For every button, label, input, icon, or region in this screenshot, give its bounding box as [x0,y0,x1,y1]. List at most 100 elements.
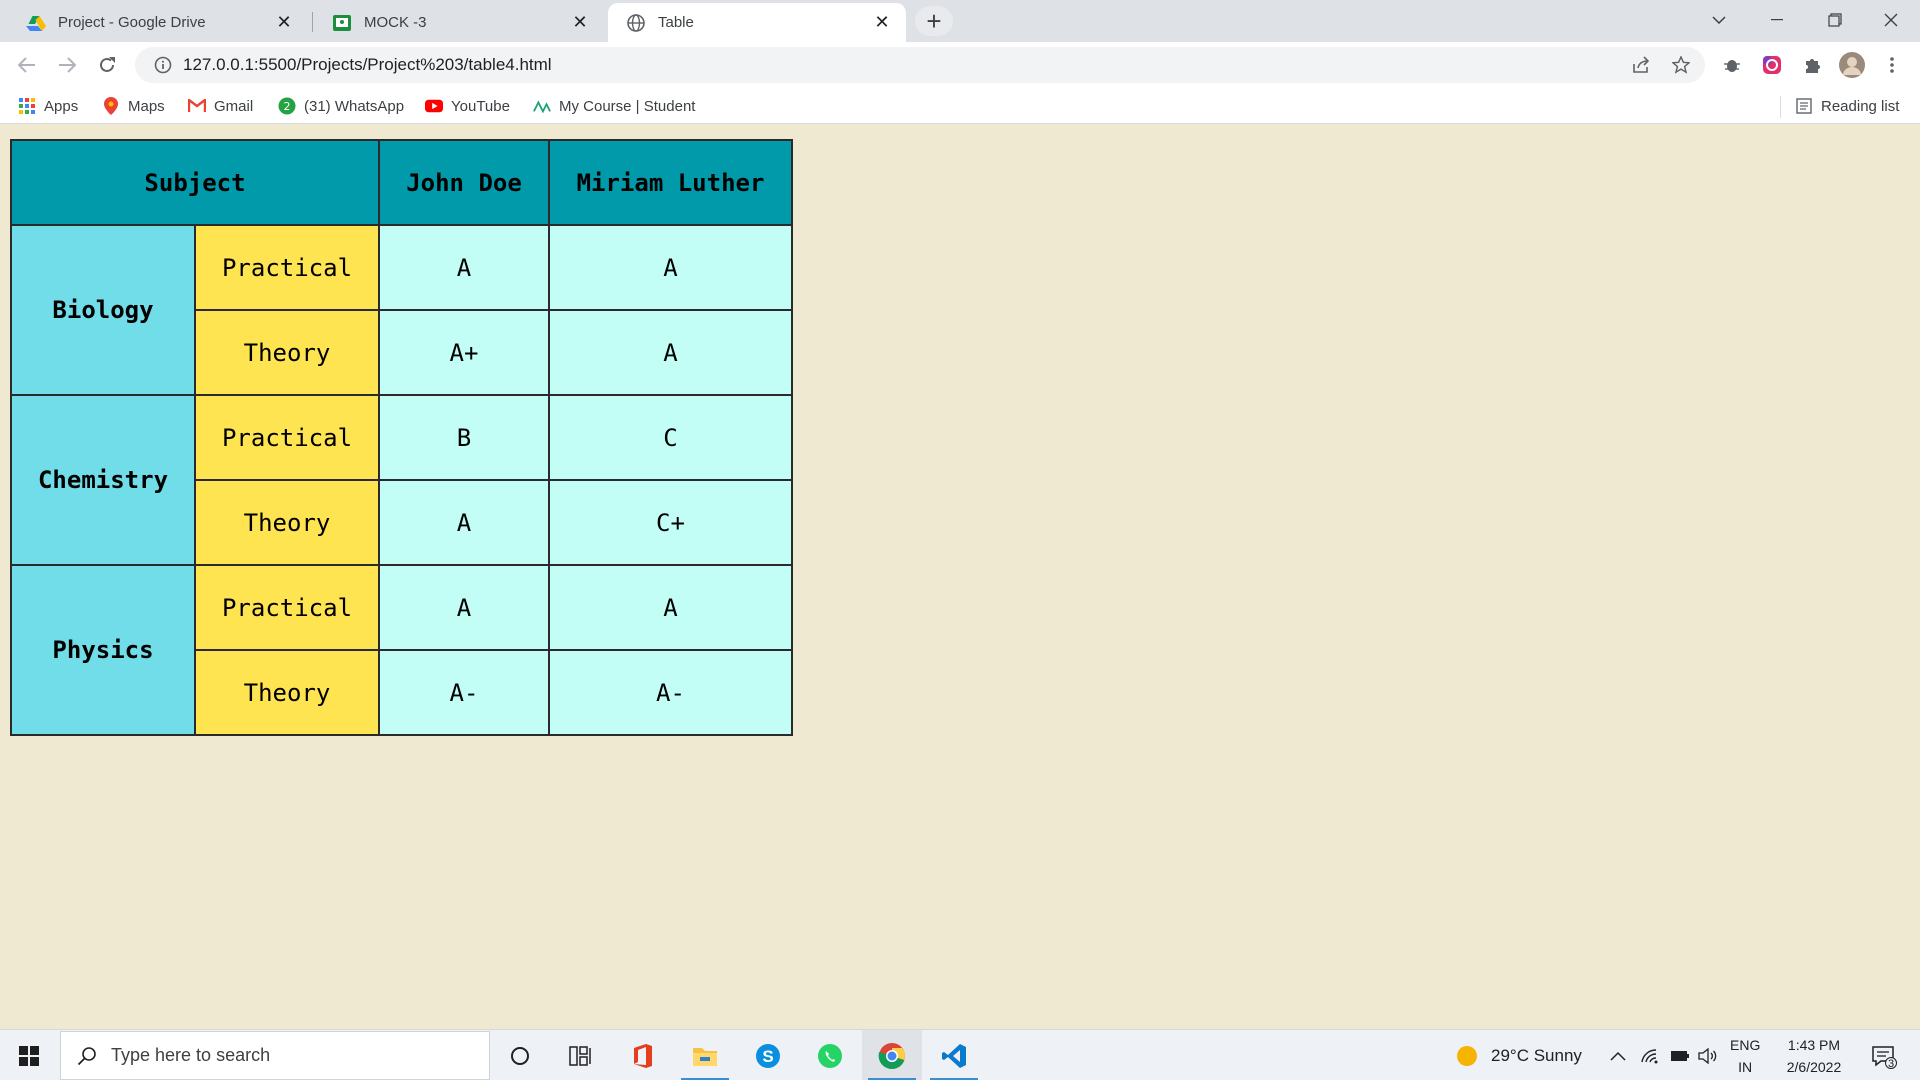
forward-button[interactable] [50,48,84,82]
subject-cell: Biology [10,224,196,396]
google-drive-icon [26,13,46,33]
profile-avatar[interactable] [1837,50,1867,80]
address-bar[interactable]: 127.0.0.1:5500/Projects/Project%203/tabl… [135,47,1705,83]
bookmark-whatsapp[interactable]: 2 (31) WhatsApp [278,88,404,124]
extensions-puzzle-icon[interactable] [1797,50,1827,80]
table-header-row: Subject John Doe Miriam Luther [10,139,793,226]
bookmarks-separator [1780,96,1781,118]
color-extension-icon[interactable] [1757,50,1787,80]
site-info-icon[interactable] [143,56,183,74]
reading-list-icon [1795,97,1813,115]
minimize-button[interactable] [1748,0,1806,40]
assessment-type-cell: Theory [194,309,380,396]
task-view-button[interactable] [550,1030,610,1080]
menu-kebab-icon[interactable] [1877,50,1907,80]
tab-title: Table [658,14,694,31]
svg-text:S: S [762,1047,773,1066]
reading-list-button[interactable]: Reading list [1795,88,1899,124]
bookmark-maps[interactable]: Maps [102,88,165,124]
tab-title: MOCK -3 [364,14,427,31]
grades-table: Subject John Doe Miriam Luther Biology P… [10,139,793,736]
back-button[interactable] [10,48,44,82]
assessment-type-cell: Theory [194,649,380,736]
tab-strip: Project - Google Drive ✕ MOCK -3 ✕ Table… [0,0,1920,42]
grade-cell: A- [548,649,793,736]
grade-cell: A [548,564,793,651]
whatsapp-icon [818,1043,842,1068]
office-icon [634,1043,652,1068]
battery-icon [1671,1050,1689,1061]
taskbar-file-explorer[interactable] [675,1030,735,1080]
folder-icon [693,1047,717,1066]
new-tab-button[interactable]: + [915,6,953,36]
header-subject: Subject [10,139,380,226]
url-text: 127.0.0.1:5500/Projects/Project%203/tabl… [183,55,552,74]
grade-cell: A [378,564,550,651]
bookmark-star-icon[interactable] [1663,47,1699,83]
clock[interactable]: 1:43 PM 2/6/2022 [1776,1030,1852,1080]
assessment-type-cell: Practical [194,564,380,651]
sun-icon [1457,1045,1477,1066]
taskbar-skype[interactable]: S [738,1030,798,1080]
speaker-icon [1698,1047,1717,1064]
bookmark-my-course[interactable]: My Course | Student [533,88,695,124]
table-row: Physics Practical A A [10,564,793,736]
bookmark-label: YouTube [451,97,510,115]
restore-button[interactable] [1806,0,1864,40]
whatsapp-icon: 2 [278,97,296,115]
start-button[interactable] [0,1030,58,1080]
tab-search-chevron-icon[interactable] [1690,0,1748,40]
bookmark-label: My Course | Student [559,97,696,115]
windows-taskbar: Type here to search S 29°C Sunny ENG IN … [0,1029,1920,1080]
language-indicator[interactable]: ENG IN [1730,1030,1760,1080]
volume-control[interactable] [1698,1030,1718,1080]
weather-widget[interactable]: 29°C Sunny [1455,1030,1582,1080]
close-tab-icon[interactable]: ✕ [872,12,892,33]
cortana-button[interactable] [490,1030,550,1080]
grade-cell: A+ [378,309,550,396]
taskbar-chrome[interactable] [862,1030,922,1080]
browser-toolbar: 127.0.0.1:5500/Projects/Project%203/tabl… [0,42,1920,88]
taskbar-search-box[interactable]: Type here to search [60,1031,490,1080]
chevron-up-icon [1610,1051,1626,1061]
taskbar-vscode[interactable] [924,1030,984,1080]
share-icon[interactable] [1623,47,1659,83]
youtube-icon [425,97,443,115]
assessment-type-cell: Practical [194,224,380,311]
grade-cell: B [378,394,550,481]
bug-extension-icon[interactable] [1717,50,1747,80]
cortana-circle-icon [511,1046,529,1065]
show-hidden-icons-button[interactable] [1610,1030,1626,1080]
language-code: ENG [1730,1036,1761,1053]
table-row: Biology Practical A A [10,224,793,396]
table-row: Chemistry Practical B C [10,394,793,566]
bookmark-gmail[interactable]: Gmail [188,88,253,124]
battery-status[interactable] [1670,1030,1690,1080]
reading-list-label: Reading list [1821,97,1900,115]
close-tab-icon[interactable]: ✕ [274,12,294,33]
maps-pin-icon [102,97,120,115]
grade-cell: C [548,394,793,481]
gmail-icon [188,97,206,115]
bookmark-label: Gmail [214,97,254,115]
wifi-icon [1641,1048,1658,1063]
skype-icon: S [756,1043,780,1068]
close-window-button[interactable] [1862,0,1920,40]
tab-google-drive[interactable]: Project - Google Drive ✕ [8,3,308,42]
grade-cell: A [548,224,793,311]
assessment-type-cell: Theory [194,479,380,566]
vscode-icon [942,1043,966,1068]
tab-table[interactable]: Table ✕ [608,3,906,42]
bookmark-apps[interactable]: Apps [18,88,78,124]
grade-cell: A [378,479,550,566]
bookmark-youtube[interactable]: YouTube [425,88,510,124]
header-miriam-luther: Miriam Luther [548,139,793,226]
close-tab-icon[interactable]: ✕ [570,12,590,33]
reload-button[interactable] [90,48,124,82]
notifications-button[interactable]: 3 [1864,1030,1904,1080]
network-status[interactable] [1640,1030,1660,1080]
taskbar-whatsapp[interactable] [800,1030,860,1080]
grade-cell: A- [378,649,550,736]
taskbar-office[interactable] [613,1030,673,1080]
tab-mock-3[interactable]: MOCK -3 ✕ [314,3,604,42]
